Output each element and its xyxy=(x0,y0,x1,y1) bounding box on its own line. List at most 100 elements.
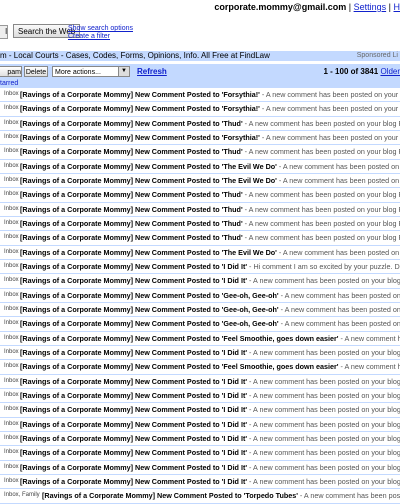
message-snippet: - A new comment has been posted on your … xyxy=(243,233,400,242)
message-row[interactable]: Inbox[Ravings of a Corporate Mommy] New … xyxy=(0,260,400,274)
message-snippet: - A new comment has been posted on your … xyxy=(247,377,400,386)
message-row[interactable]: Inbox[Ravings of a Corporate Mommy] New … xyxy=(0,231,400,245)
report-spam-button[interactable]: pam xyxy=(0,66,22,77)
message-subject[interactable]: [Ravings of a Corporate Mommy] New Comme… xyxy=(20,190,400,199)
message-subject[interactable]: [Ravings of a Corporate Mommy] New Comme… xyxy=(20,233,400,242)
message-label: Inbox xyxy=(4,91,19,97)
message-subject[interactable]: [Ravings of a Corporate Mommy] New Comme… xyxy=(20,362,400,371)
message-row[interactable]: Inbox[Ravings of a Corporate Mommy] New … xyxy=(0,188,400,202)
message-row[interactable]: Inbox[Ravings of a Corporate Mommy] New … xyxy=(0,217,400,231)
message-subject[interactable]: [Ravings of a Corporate Mommy] New Comme… xyxy=(20,147,400,156)
message-toolbar: pam Delete More actions... ▼ Refresh 1 -… xyxy=(0,64,400,80)
message-subject[interactable]: [Ravings of a Corporate Mommy] New Comme… xyxy=(20,377,400,386)
message-subject-text: [Ravings of a Corporate Mommy] New Comme… xyxy=(20,190,243,199)
message-subject[interactable]: [Ravings of a Corporate Mommy] New Comme… xyxy=(20,90,400,99)
message-row[interactable]: Inbox[Ravings of a Corporate Mommy] New … xyxy=(0,174,400,188)
message-subject[interactable]: [Ravings of a Corporate Mommy] New Comme… xyxy=(20,176,400,185)
message-label: Inbox xyxy=(4,406,19,412)
search-mail-button[interactable]: l xyxy=(0,25,8,39)
message-row[interactable]: Inbox[Ravings of a Corporate Mommy] New … xyxy=(0,418,400,432)
message-subject[interactable]: [Ravings of a Corporate Mommy] New Comme… xyxy=(20,448,400,457)
message-subject[interactable]: [Ravings of a Corporate Mommy] New Comme… xyxy=(20,205,400,214)
older-link[interactable]: Older xyxy=(380,67,400,76)
top-bar: corporate.mommy@gmail.com | Settings | H… xyxy=(0,0,400,50)
message-subject[interactable]: [Ravings of a Corporate Mommy] New Comme… xyxy=(20,305,400,314)
message-snippet: - A new comment has been posted on your … xyxy=(247,477,400,486)
message-row[interactable]: Inbox[Ravings of a Corporate Mommy] New … xyxy=(0,332,400,346)
settings-link[interactable]: Settings xyxy=(354,2,387,12)
message-subject[interactable]: [Ravings of a Corporate Mommy] New Comme… xyxy=(20,405,400,414)
message-subject-text: [Ravings of a Corporate Mommy] New Comme… xyxy=(20,104,260,113)
message-row[interactable]: Inbox[Ravings of a Corporate Mommy] New … xyxy=(0,131,400,145)
message-row[interactable]: Inbox[Ravings of a Corporate Mommy] New … xyxy=(0,246,400,260)
starred-label[interactable]: tarred xyxy=(0,80,18,87)
more-actions-label: More actions... xyxy=(55,69,101,76)
message-subject-text: [Ravings of a Corporate Mommy] New Comme… xyxy=(20,477,247,486)
message-label: Inbox xyxy=(4,464,19,470)
message-snippet: - A new comment has been posted on your … xyxy=(243,190,400,199)
create-filter-link[interactable]: Create a filter xyxy=(68,33,133,41)
message-row[interactable]: Inbox[Ravings of a Corporate Mommy] New … xyxy=(0,317,400,331)
message-subject[interactable]: [Ravings of a Corporate Mommy] New Comme… xyxy=(20,291,400,300)
message-snippet: - A new comment has been posted on your … xyxy=(247,463,400,472)
message-subject[interactable]: [Ravings of a Corporate Mommy] New Comme… xyxy=(20,119,400,128)
message-subject[interactable]: [Ravings of a Corporate Mommy] New Comme… xyxy=(20,248,400,257)
search-options-link[interactable]: Show search options xyxy=(68,25,133,33)
message-subject[interactable]: [Ravings of a Corporate Mommy] New Comme… xyxy=(20,276,400,285)
message-row[interactable]: Inbox[Ravings of a Corporate Mommy] New … xyxy=(0,475,400,489)
message-subject-text: [Ravings of a Corporate Mommy] New Comme… xyxy=(20,362,339,371)
message-row[interactable]: Inbox[Ravings of a Corporate Mommy] New … xyxy=(0,117,400,131)
message-row[interactable]: Inbox[Ravings of a Corporate Mommy] New … xyxy=(0,403,400,417)
message-subject-text: [Ravings of a Corporate Mommy] New Comme… xyxy=(20,90,260,99)
message-subject[interactable]: [Ravings of a Corporate Mommy] New Comme… xyxy=(20,319,400,328)
ad-text[interactable]: m - Local Courts - Cases, Codes, Forms, … xyxy=(0,51,270,61)
message-subject[interactable]: [Ravings of a Corporate Mommy] New Comme… xyxy=(20,434,400,443)
message-snippet: - A new comment has been posted on your … xyxy=(243,219,400,228)
message-row[interactable]: Inbox[Ravings of a Corporate Mommy] New … xyxy=(0,360,400,374)
message-subject[interactable]: [Ravings of a Corporate Mommy] New Comme… xyxy=(20,262,400,271)
message-row[interactable]: Inbox[Ravings of a Corporate Mommy] New … xyxy=(0,203,400,217)
message-subject-text: [Ravings of a Corporate Mommy] New Comme… xyxy=(42,491,298,500)
message-subject[interactable]: [Ravings of a Corporate Mommy] New Comme… xyxy=(20,133,400,142)
message-subject[interactable]: [Ravings of a Corporate Mommy] New Comme… xyxy=(20,348,400,357)
message-label: Inbox xyxy=(4,105,19,111)
message-row[interactable]: Inbox[Ravings of a Corporate Mommy] New … xyxy=(0,88,400,102)
message-subject[interactable]: [Ravings of a Corporate Mommy] New Comme… xyxy=(20,391,400,400)
message-subject[interactable]: [Ravings of a Corporate Mommy] New Comme… xyxy=(20,104,400,113)
pagination: 1 - 100 of 3841 Older xyxy=(324,67,400,76)
delete-button[interactable]: Delete xyxy=(24,66,48,77)
message-row[interactable]: Inbox, Family[Ravings of a Corporate Mom… xyxy=(0,489,400,503)
refresh-link[interactable]: Refresh xyxy=(137,67,167,76)
message-label: Inbox xyxy=(4,220,19,226)
message-label: Inbox xyxy=(4,191,19,197)
message-snippet: - A new comment has been posted on your … xyxy=(247,434,400,443)
message-row[interactable]: Inbox[Ravings of a Corporate Mommy] New … xyxy=(0,145,400,159)
message-subject-text: [Ravings of a Corporate Mommy] New Comme… xyxy=(20,405,247,414)
message-label: Inbox xyxy=(4,449,19,455)
message-row[interactable]: Inbox[Ravings of a Corporate Mommy] New … xyxy=(0,346,400,360)
message-subject[interactable]: [Ravings of a Corporate Mommy] New Comme… xyxy=(20,334,400,343)
message-snippet: - A new comment has been posted on your … xyxy=(243,119,400,128)
message-subject[interactable]: [Ravings of a Corporate Mommy] New Comme… xyxy=(20,477,400,486)
message-row[interactable]: Inbox[Ravings of a Corporate Mommy] New … xyxy=(0,446,400,460)
message-row[interactable]: Inbox[Ravings of a Corporate Mommy] New … xyxy=(0,375,400,389)
message-row[interactable]: Inbox[Ravings of a Corporate Mommy] New … xyxy=(0,432,400,446)
message-subject[interactable]: [Ravings of a Corporate Mommy] New Comme… xyxy=(20,463,400,472)
message-row[interactable]: Inbox[Ravings of a Corporate Mommy] New … xyxy=(0,102,400,116)
message-row[interactable]: Inbox[Ravings of a Corporate Mommy] New … xyxy=(0,289,400,303)
help-link[interactable]: H xyxy=(394,2,400,12)
more-actions-select[interactable]: More actions... ▼ xyxy=(52,66,130,77)
message-row[interactable]: Inbox[Ravings of a Corporate Mommy] New … xyxy=(0,274,400,288)
message-subject-text: [Ravings of a Corporate Mommy] New Comme… xyxy=(20,219,243,228)
message-row[interactable]: Inbox[Ravings of a Corporate Mommy] New … xyxy=(0,461,400,475)
message-subject[interactable]: [Ravings of a Corporate Mommy] New Comme… xyxy=(42,491,400,500)
message-row[interactable]: Inbox[Ravings of a Corporate Mommy] New … xyxy=(0,160,400,174)
message-row[interactable]: Inbox[Ravings of a Corporate Mommy] New … xyxy=(0,389,400,403)
message-subject[interactable]: [Ravings of a Corporate Mommy] New Comme… xyxy=(20,420,400,429)
message-subject[interactable]: [Ravings of a Corporate Mommy] New Comme… xyxy=(20,219,400,228)
message-snippet: - A new comment has been posted on your … xyxy=(243,205,400,214)
message-label: Inbox xyxy=(4,421,19,427)
message-subject[interactable]: [Ravings of a Corporate Mommy] New Comme… xyxy=(20,162,400,171)
message-label: Inbox xyxy=(4,177,19,183)
message-row[interactable]: Inbox[Ravings of a Corporate Mommy] New … xyxy=(0,303,400,317)
